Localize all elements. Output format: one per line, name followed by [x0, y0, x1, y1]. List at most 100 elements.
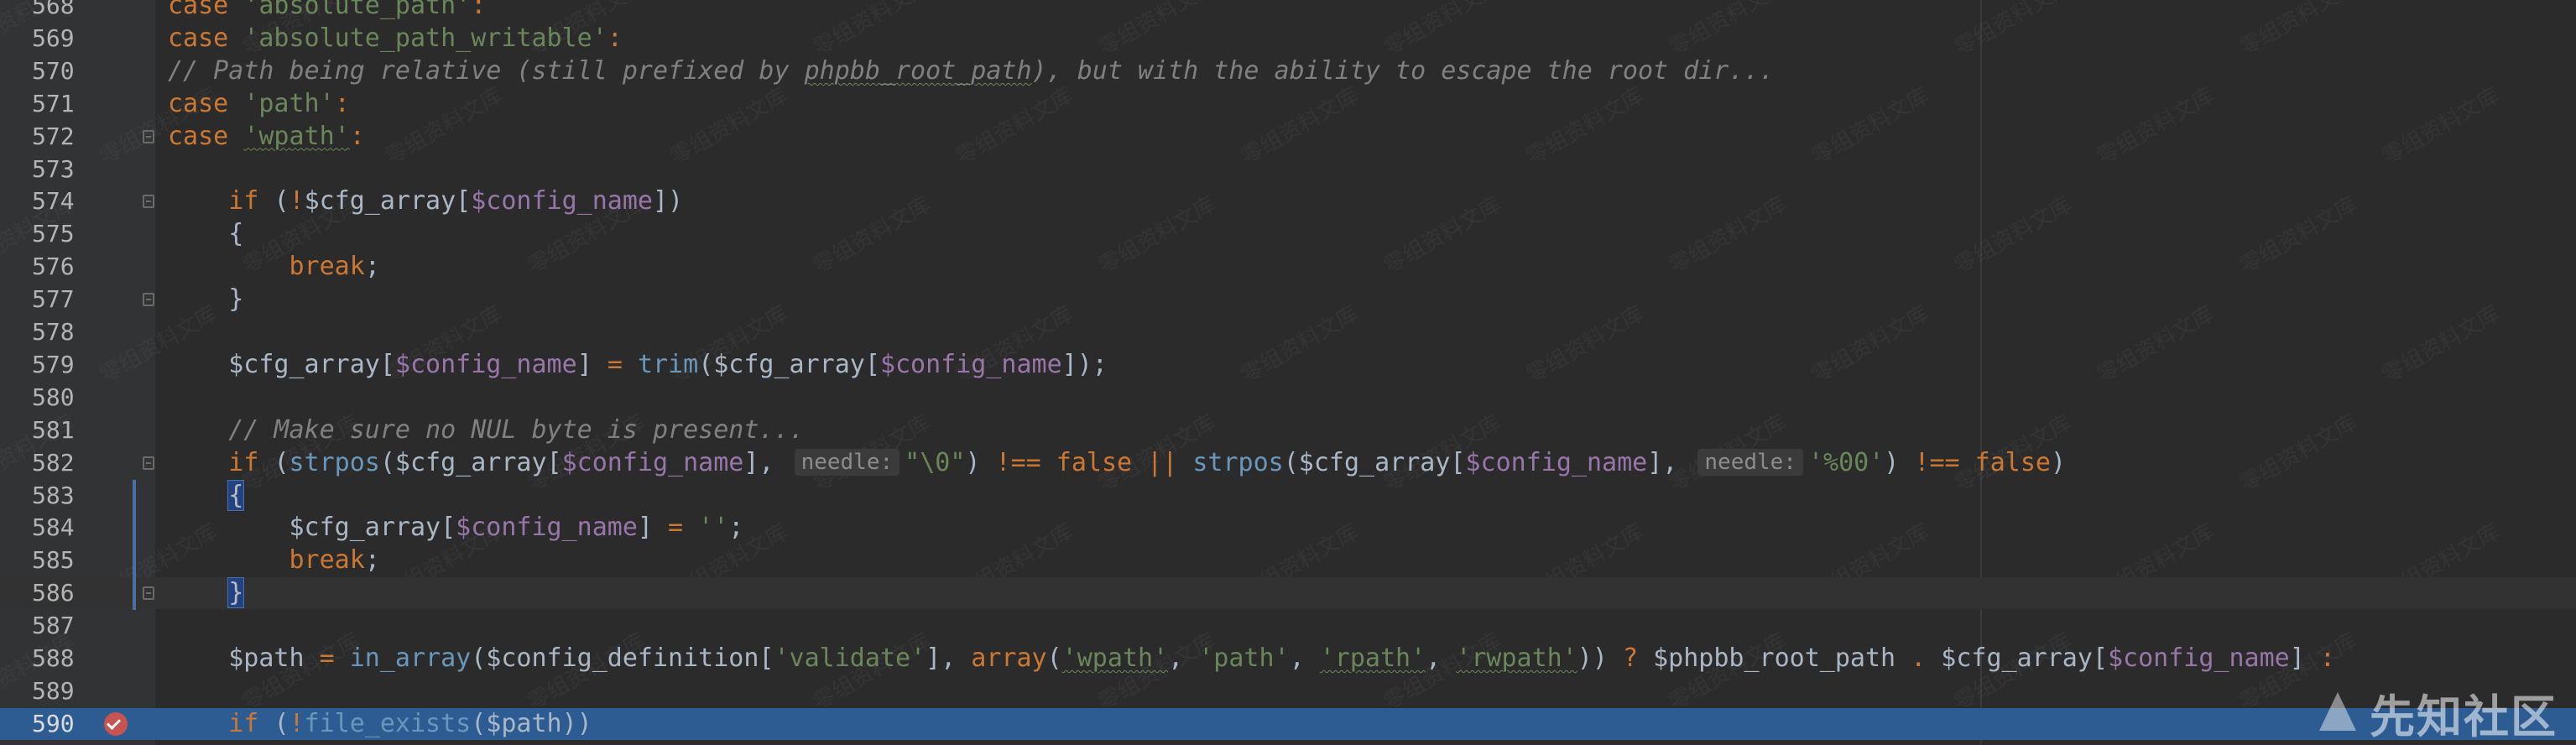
code-line-577[interactable]: 577 }	[0, 284, 2576, 315]
line-number[interactable]: 587	[32, 610, 91, 642]
breakpoint-icon[interactable]	[104, 711, 128, 736]
fold-marker-icon[interactable]	[143, 129, 154, 143]
code-text[interactable]: if (!file_exists($path))	[168, 708, 592, 740]
code-text[interactable]: case 'wpath':	[168, 121, 365, 153]
line-number[interactable]: 572	[32, 121, 91, 153]
code-text[interactable]: case 'absolute_path_writable':	[168, 23, 623, 55]
fold-marker-icon[interactable]	[143, 293, 154, 307]
code-token: .	[1911, 643, 1942, 673]
code-text[interactable]: }	[168, 284, 243, 315]
code-text[interactable]: {	[168, 741, 243, 745]
code-line-574[interactable]: 574 if (!$cfg_array[$config_name])	[0, 185, 2576, 217]
line-number[interactable]: 586	[32, 577, 91, 609]
code-text[interactable]: $cfg_array[$config_name] = '';	[168, 512, 743, 544]
code-text[interactable]: {	[168, 479, 245, 512]
code-token: ;	[728, 513, 744, 543]
line-number[interactable]: 591	[32, 741, 91, 745]
code-line-571[interactable]: 571 case 'path':	[0, 88, 2576, 120]
code-line-578[interactable]: 578	[0, 316, 2576, 348]
code-line-582[interactable]: 582 if (strpos($cfg_array[$config_name],…	[0, 447, 2576, 479]
code-text[interactable]: }	[168, 577, 245, 609]
line-number[interactable]: 573	[32, 154, 91, 185]
code-line-573[interactable]: 573	[0, 154, 2576, 185]
code-token: case	[168, 0, 244, 20]
code-line-588[interactable]: 588 $path = in_array($config_definition[…	[0, 643, 2576, 675]
code-token: strpos	[1192, 447, 1284, 477]
line-number[interactable]: 583	[32, 480, 91, 512]
line-number[interactable]: 577	[32, 284, 91, 315]
line-number[interactable]: 580	[32, 382, 91, 414]
line-number[interactable]: 585	[32, 544, 91, 576]
code-line-572[interactable]: 572 case 'wpath':	[0, 121, 2576, 153]
code-token: ]	[637, 513, 669, 543]
line-number[interactable]: 588	[32, 643, 91, 675]
code-line-583[interactable]: 583 {	[0, 479, 2576, 512]
code-line-589[interactable]: 589	[0, 675, 2576, 707]
code-line-568[interactable]: 568 case 'absolute_path':	[0, 0, 2576, 22]
code-token: 'rpath'	[1319, 643, 1426, 673]
code-text[interactable]: $cfg_array[$config_name] = trim($cfg_arr…	[168, 349, 1108, 381]
code-text[interactable]: if (!$cfg_array[$config_name])	[168, 185, 683, 217]
code-token: =	[607, 349, 638, 379]
fold-marker-icon[interactable]	[143, 195, 154, 209]
line-number[interactable]: 575	[32, 218, 91, 250]
code-text[interactable]: $path = in_array($config_definition['val…	[168, 643, 2335, 675]
code-text[interactable]: if (strpos($cfg_array[$config_name], nee…	[168, 447, 2066, 479]
code-text[interactable]: case 'absolute_path':	[168, 0, 486, 22]
code-line-569[interactable]: 569 case 'absolute_path_writable':	[0, 23, 2576, 55]
line-number[interactable]: 571	[32, 88, 91, 120]
code-text[interactable]: // Make sure no NUL byte is present...	[168, 414, 804, 446]
line-number[interactable]: 590	[32, 708, 91, 740]
code-token: $config_name	[561, 447, 744, 477]
code-token: ]	[576, 349, 607, 379]
line-number[interactable]: 576	[32, 251, 91, 283]
fold-marker-icon[interactable]	[143, 586, 154, 601]
code-token: ), but with the ability to escape the ro…	[1031, 55, 1775, 86]
code-text[interactable]: break;	[168, 251, 380, 283]
line-number[interactable]: 579	[32, 349, 91, 381]
code-token: array	[971, 643, 1047, 673]
line-number[interactable]: 589	[32, 675, 91, 707]
code-text[interactable]: // Path being relative (still prefixed b…	[168, 55, 1775, 87]
code-token: !	[289, 186, 305, 216]
code-text[interactable]: case 'path':	[168, 88, 350, 120]
code-token: $config_name	[1465, 447, 1648, 477]
line-number[interactable]: 578	[32, 316, 91, 348]
code-token: ($path))	[471, 708, 592, 738]
code-token: !	[289, 708, 305, 738]
line-number[interactable]: 574	[32, 185, 91, 217]
code-token: )	[965, 447, 996, 477]
code-line-579[interactable]: 579 $cfg_array[$config_name] = trim($cfg…	[0, 349, 2576, 381]
code-line-584[interactable]: 584 $cfg_array[$config_name] = '';	[0, 512, 2576, 544]
line-number[interactable]: 584	[32, 512, 91, 544]
code-editor[interactable]: 零组资料文库零组资料文库零组资料文库零组资料文库零组资料文库零组资料文库零组资料…	[0, 0, 2576, 745]
code-token: strpos	[289, 447, 380, 477]
line-number[interactable]: 568	[32, 0, 91, 22]
code-token: $config_name	[2107, 643, 2290, 673]
line-number[interactable]: 570	[32, 55, 91, 87]
code-token: $cfg_array[	[1941, 643, 2108, 673]
code-text[interactable]: break;	[168, 544, 380, 576]
code-token: ,	[1289, 643, 1320, 673]
code-token: (	[274, 708, 289, 738]
code-token: if	[228, 708, 274, 738]
line-number[interactable]: 581	[32, 414, 91, 446]
code-line-570[interactable]: 570 // Path being relative (still prefixe…	[0, 55, 2576, 87]
code-token: "\0"	[905, 447, 966, 477]
code-line-590[interactable]: 590 if (!file_exists($path))	[0, 707, 2576, 740]
code-line-580[interactable]: 580	[0, 382, 2576, 414]
code-token: ],	[1647, 447, 1693, 477]
code-line-576[interactable]: 576 break;	[0, 251, 2576, 283]
line-number[interactable]: 569	[32, 23, 91, 55]
code-token: ,	[1168, 643, 1199, 673]
code-line-587[interactable]: 587	[0, 610, 2576, 642]
code-line-586[interactable]: 586 }	[0, 577, 2576, 610]
code-line-581[interactable]: 581 // Make sure no NUL byte is present.…	[0, 414, 2576, 446]
code-line-585[interactable]: 585 break;	[0, 544, 2576, 576]
code-line-575[interactable]: 575 {	[0, 218, 2576, 250]
line-number[interactable]: 582	[32, 447, 91, 479]
code-line-591[interactable]: 591 {	[0, 741, 2576, 745]
code-text[interactable]: {	[168, 218, 243, 250]
fold-marker-icon[interactable]	[143, 456, 154, 470]
